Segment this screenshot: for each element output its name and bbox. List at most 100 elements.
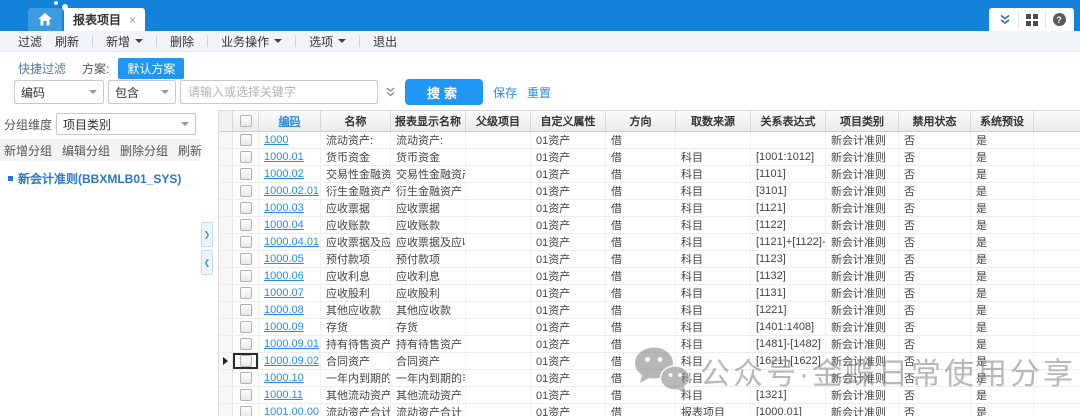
group-action-3[interactable]: 刷新 (178, 142, 202, 159)
row-checkbox[interactable] (240, 236, 252, 248)
toolbar-item-delete[interactable]: 删除 (170, 33, 194, 50)
table-row[interactable]: 1000.10一年内到期的非流一年内到期的非流01资产借科目新会计准则否是 (219, 370, 1080, 387)
filter-operator-select[interactable]: 包含 (108, 80, 176, 104)
row-checkbox[interactable] (240, 134, 252, 146)
toolbar-item-refresh[interactable]: 刷新 (55, 33, 79, 50)
row-checkbox[interactable] (240, 321, 252, 333)
code-link[interactable]: 1000.02.01 (264, 185, 319, 197)
column-header-disabled[interactable]: 禁用状态 (899, 111, 971, 131)
code-link[interactable]: 1000.08 (264, 304, 304, 316)
search-button[interactable]: 搜索 (405, 79, 483, 105)
toolbar-item-biz-ops[interactable]: 业务操作 (221, 33, 282, 50)
keyword-input[interactable] (180, 80, 378, 104)
code-link[interactable]: 1000 (264, 134, 288, 146)
cell-expression: [1123] (751, 251, 826, 267)
table-row[interactable]: 1000.05预付款项预付款项01资产借科目[1123]新会计准则否是 (219, 251, 1080, 268)
group-action-1[interactable]: 编辑分组 (62, 142, 110, 159)
row-checkbox[interactable] (240, 406, 252, 416)
row-checkbox[interactable] (240, 219, 252, 231)
row-checkbox[interactable] (240, 338, 252, 350)
cell-direction: 借 (606, 200, 676, 216)
code-link[interactable]: 1000.04 (264, 219, 304, 231)
table-row[interactable]: 1000流动资产:流动资产:01资产借新会计准则否是 (219, 132, 1080, 149)
table-row[interactable]: 1000.01货币资金货币资金01资产借科目[1001:1012]新会计准则否是 (219, 149, 1080, 166)
row-checkbox[interactable] (240, 287, 252, 299)
code-link[interactable]: 1000.04.01 (264, 236, 319, 248)
splitter-collapse-icon[interactable]: ❮ (201, 250, 213, 275)
toolbar-item-new[interactable]: 新增 (106, 33, 143, 50)
table-row[interactable]: 1000.06应收利息应收利息01资产借科目[1132]新会计准则否是 (219, 268, 1080, 285)
row-checkbox[interactable] (240, 253, 252, 265)
row-checkbox[interactable] (240, 168, 252, 180)
column-header-display_name[interactable]: 报表显示名称 (391, 111, 466, 131)
table-row[interactable]: 1000.04.01应收票据及应收账应收票据及应收账01资产借科目[1121]+… (219, 234, 1080, 251)
code-link[interactable]: 1000.05 (264, 253, 304, 265)
row-checkbox[interactable] (240, 202, 252, 214)
column-header-preset[interactable]: 系统预设 (971, 111, 1034, 131)
code-link[interactable]: 1000.09.02 (264, 355, 319, 367)
table-row[interactable]: 1000.08其他应收款其他应收款01资产借科目[1221]新会计准则否是 (219, 302, 1080, 319)
toolbar-item-filter[interactable]: 过滤 (18, 33, 42, 50)
group-dimension-select[interactable]: 项目类别 (56, 113, 196, 135)
table-row[interactable]: 1001.00.00流动资产合计流动资产合计01资产借报表项目[1000.01]… (219, 404, 1080, 416)
quick-filter-toggle[interactable]: 快捷过滤 (18, 60, 66, 77)
table-row[interactable]: 1000.03应收票据应收票据01资产借科目[1121]新会计准则否是 (219, 200, 1080, 217)
column-header-category[interactable]: 项目类别 (826, 111, 899, 131)
table-row[interactable]: 1000.11其他流动资产其他流动资产01资产借科目[1321]新会计准则否是 (219, 387, 1080, 404)
table-row[interactable]: 1000.02交易性金融资产交易性金融资产01资产借科目[1101]新会计准则否… (219, 166, 1080, 183)
help-icon[interactable]: ? (1045, 11, 1072, 28)
expand-filter-chevron-icon[interactable] (385, 86, 396, 98)
row-checkbox[interactable] (240, 151, 252, 163)
apps-grid-icon[interactable] (1018, 11, 1045, 28)
code-link[interactable]: 1000.03 (264, 202, 304, 214)
splitter-expand-icon[interactable]: ❯ (201, 222, 213, 247)
column-header-custom_attr[interactable]: 自定义属性 (531, 111, 606, 131)
code-link[interactable]: 1000.07 (264, 287, 304, 299)
home-tab[interactable] (28, 8, 62, 31)
tree-item[interactable]: 新会计准则(BBXMLB01_SYS) (8, 170, 200, 187)
code-link[interactable]: 1000.09.01 (264, 338, 319, 350)
row-checkbox[interactable] (240, 389, 252, 401)
column-header-code[interactable]: 编码 (259, 111, 321, 131)
collapse-double-chevron-icon[interactable] (991, 11, 1018, 28)
column-header-direction[interactable]: 方向 (606, 111, 676, 131)
group-action-2[interactable]: 删除分组 (120, 142, 168, 159)
table-row[interactable]: 1000.09.01持有待售资产持有待售资产01资产借科目[1481]-[148… (219, 336, 1080, 353)
code-link[interactable]: 1000.01 (264, 151, 304, 163)
save-link[interactable]: 保存 (493, 84, 517, 101)
panel-splitter[interactable]: ❯ ❮ (200, 110, 217, 416)
code-link[interactable]: 1000.02 (264, 168, 304, 180)
close-icon[interactable]: × (129, 14, 136, 26)
table-row[interactable]: 1000.02.01衍生金融资产衍生金融资产01资产借科目[3101]新会计准则… (219, 183, 1080, 200)
toolbar-item-options[interactable]: 选项 (309, 33, 346, 50)
scheme-default-button[interactable]: 默认方案 (118, 58, 184, 79)
row-checkbox[interactable] (240, 355, 252, 367)
code-link[interactable]: 1000.06 (264, 270, 304, 282)
table-row[interactable]: 1000.04应收账款应收账款01资产借科目[1122]新会计准则否是 (219, 217, 1080, 234)
row-checkbox[interactable] (240, 304, 252, 316)
column-header-name[interactable]: 名称 (321, 111, 391, 131)
code-link[interactable]: 1000.09 (264, 321, 304, 333)
table-row[interactable]: 1000.09存货存货01资产借科目[1401:1408]新会计准则否是 (219, 319, 1080, 336)
column-header-parent[interactable]: 父级项目 (466, 111, 531, 131)
filter-field-select[interactable]: 编码 (14, 80, 104, 104)
top-bar: 报表项目 × ? (0, 0, 1080, 31)
reset-link[interactable]: 重置 (527, 84, 551, 101)
cell-preset: 是 (971, 370, 1034, 386)
column-header-data_source[interactable]: 取数来源 (676, 111, 751, 131)
group-action-0[interactable]: 新增分组 (4, 142, 52, 159)
cell-display_name: 持有待售资产 (391, 336, 466, 352)
code-link[interactable]: 1001.00.00 (264, 406, 319, 416)
row-checkbox[interactable] (240, 270, 252, 282)
row-checkbox[interactable] (240, 372, 252, 384)
tab-report-items[interactable]: 报表项目 × (64, 8, 145, 31)
table-row[interactable]: 1000.07应收股利应收股利01资产借科目[1131]新会计准则否是 (219, 285, 1080, 302)
code-link[interactable]: 1000.11 (264, 389, 303, 401)
table-row[interactable]: 1000.09.02合同资产合同资产01资产借科目[1621]-[1622]新会… (219, 353, 1080, 370)
toolbar-item-exit[interactable]: 退出 (373, 33, 397, 50)
row-checkbox[interactable] (240, 185, 252, 197)
column-header-expression[interactable]: 关系表达式 (751, 111, 826, 131)
code-link[interactable]: 1000.10 (264, 372, 304, 384)
select-all-checkbox[interactable] (240, 115, 252, 127)
cell-code: 1000.01 (259, 149, 321, 165)
